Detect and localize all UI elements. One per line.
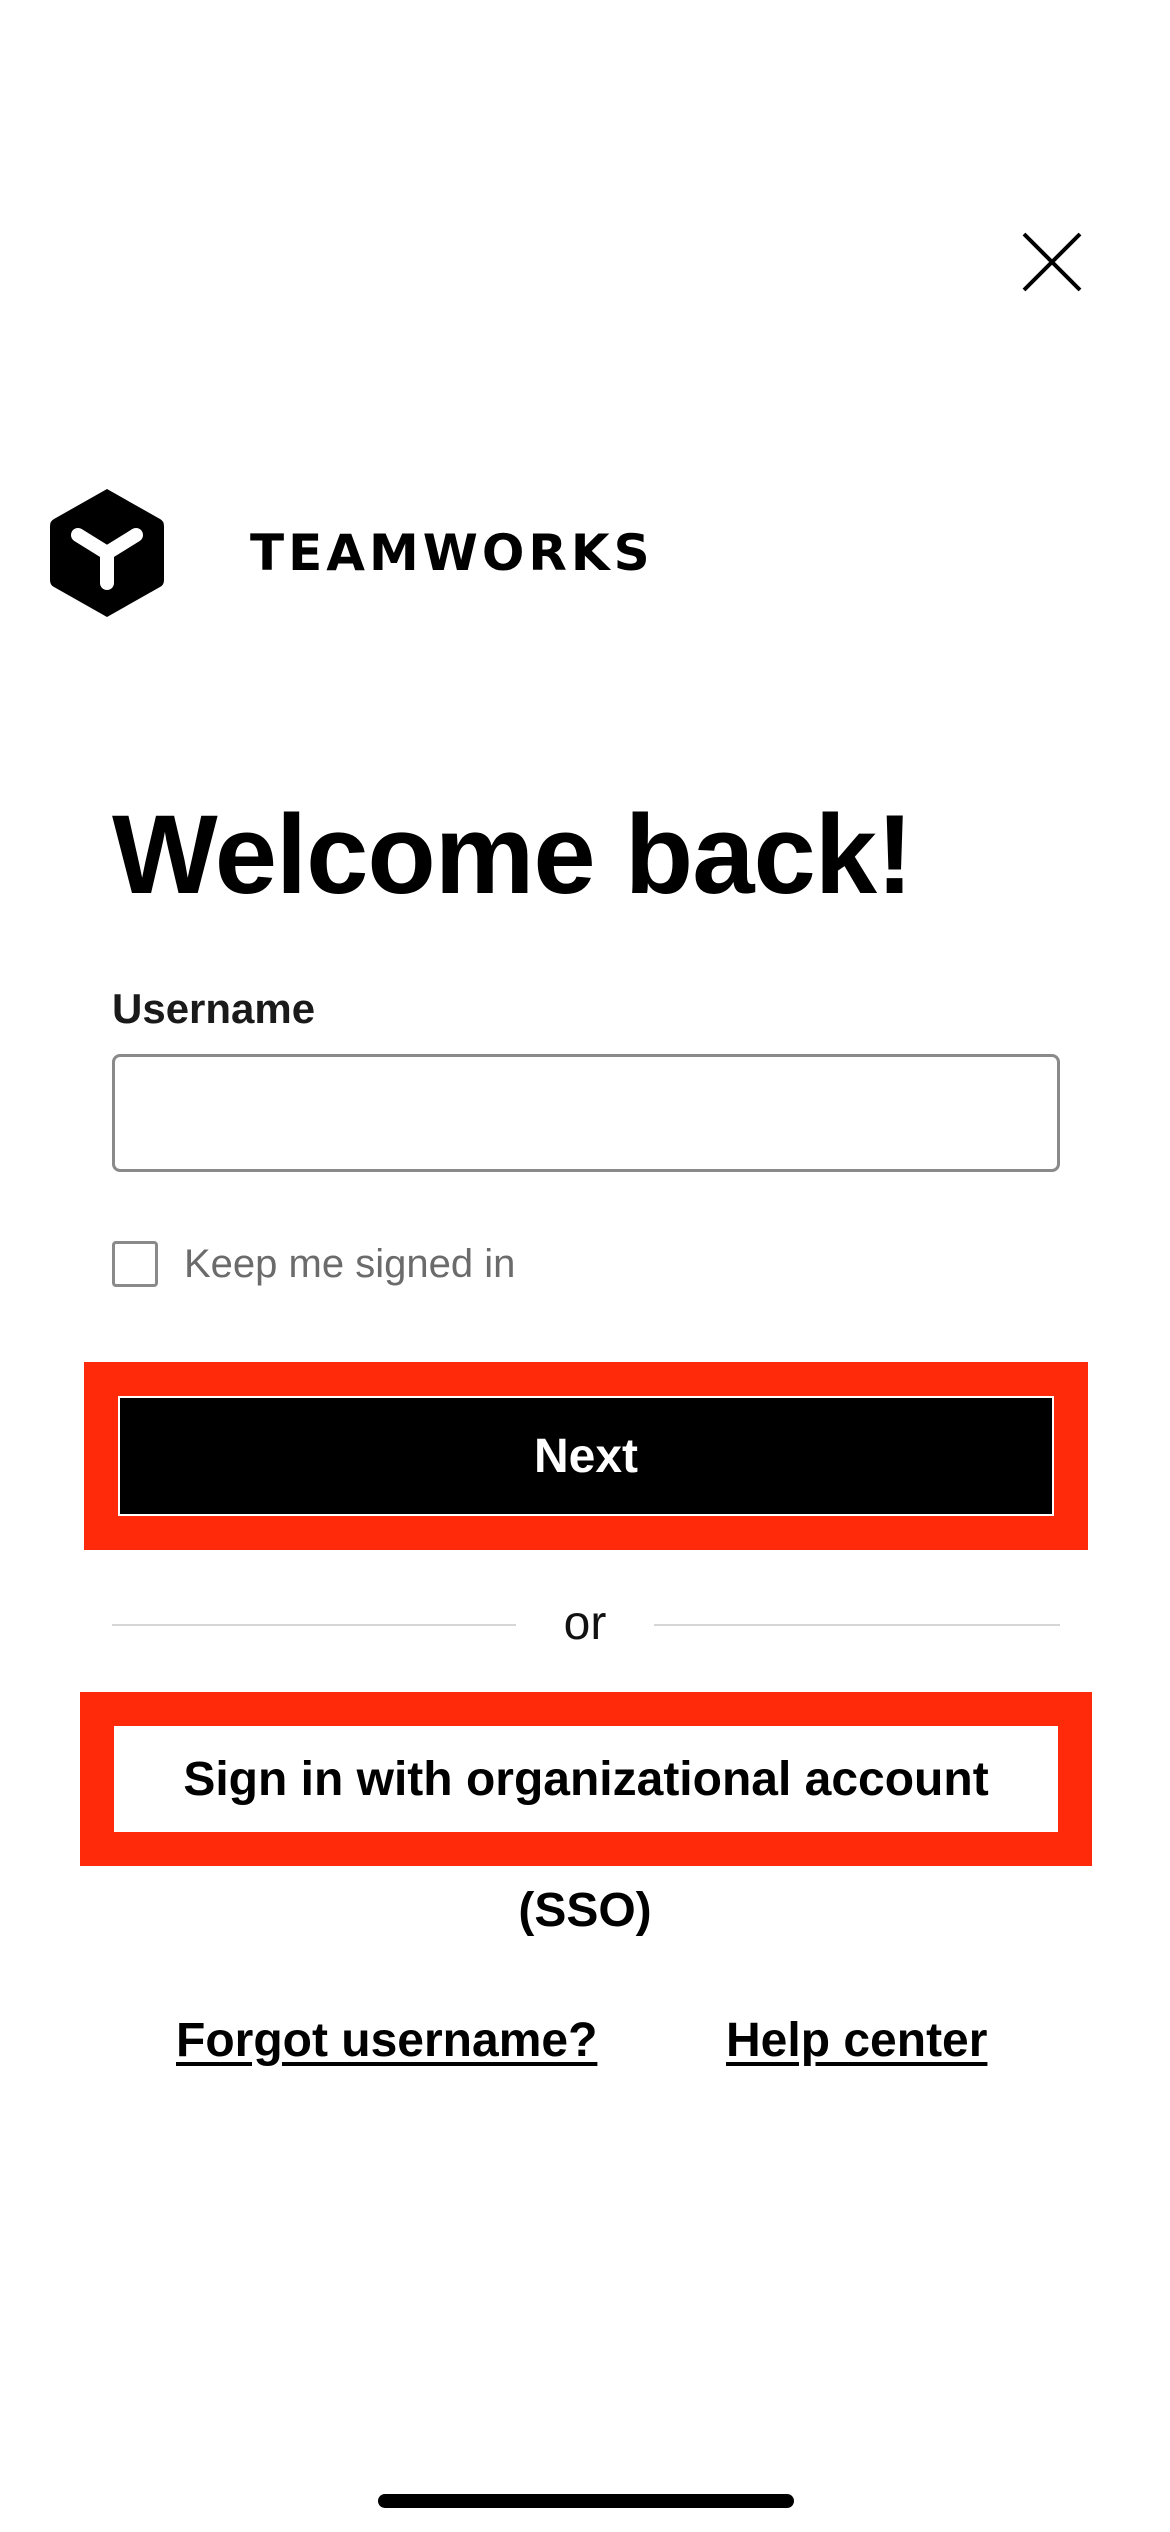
- help-center-link[interactable]: Help center: [726, 2012, 987, 2070]
- keep-signed-in-toggle[interactable]: Keep me signed in: [112, 1240, 515, 1288]
- keep-signed-in-checkbox[interactable]: [112, 1241, 158, 1287]
- close-icon: [1022, 232, 1082, 292]
- sso-button[interactable]: Sign in with organizational account: [114, 1726, 1058, 1832]
- divider-line-right: [654, 1624, 1060, 1626]
- username-label: Username: [112, 985, 316, 1032]
- teamworks-logo-mark: [50, 489, 164, 617]
- divider-line-left: [112, 1624, 516, 1626]
- divider-or-text: or: [563, 1597, 607, 1650]
- close-button[interactable]: [1018, 228, 1086, 296]
- home-indicator: [378, 2494, 794, 2508]
- username-input[interactable]: [112, 1054, 1060, 1172]
- forgot-username-link[interactable]: Forgot username?: [176, 2012, 597, 2070]
- logo-wordmark: TEAMWORKS: [250, 524, 654, 582]
- page-title: Welcome back!: [112, 792, 913, 917]
- next-button[interactable]: Next: [120, 1398, 1052, 1514]
- keep-signed-in-label: Keep me signed in: [184, 1241, 516, 1286]
- sso-subtitle: (SSO): [518, 1884, 652, 1937]
- teamworks-logo: TEAMWORKS: [46, 485, 654, 621]
